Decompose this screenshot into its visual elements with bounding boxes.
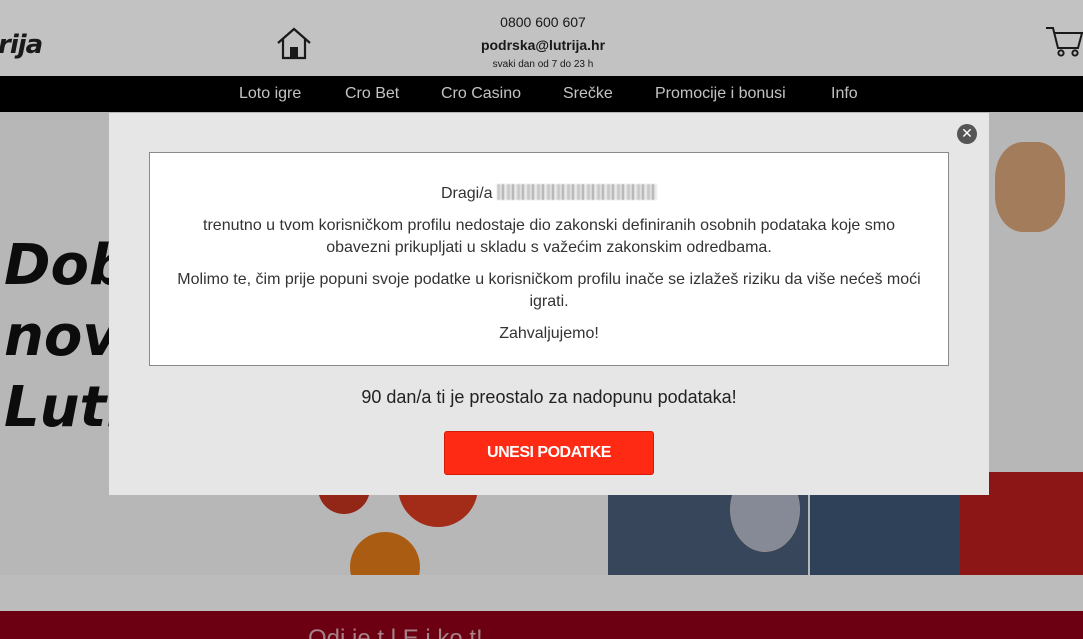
greeting-line: Dragi/a (150, 183, 948, 205)
message-paragraph: Molimo te, čim prije popuni svoje podatk… (177, 271, 921, 310)
blurred-user-name (497, 184, 658, 200)
greeting-text: Dragi/a (440, 185, 493, 202)
thanks-text: Zahvaljujemo! (499, 325, 599, 342)
close-icon[interactable]: ✕ (957, 124, 977, 144)
remaining-days-text: 90 dan/a ti je preostalo za nadopunu pod… (361, 387, 737, 407)
enter-data-button[interactable]: UNESI PODATKE (444, 431, 654, 475)
profile-data-modal: ✕ Dragi/a trenutno u tvom korisničkom pr… (109, 113, 989, 495)
message-paragraph: trenutno u tvom korisničkom profilu nedo… (203, 217, 895, 256)
message-box: Dragi/a trenutno u tvom korisničkom prof… (149, 152, 949, 366)
